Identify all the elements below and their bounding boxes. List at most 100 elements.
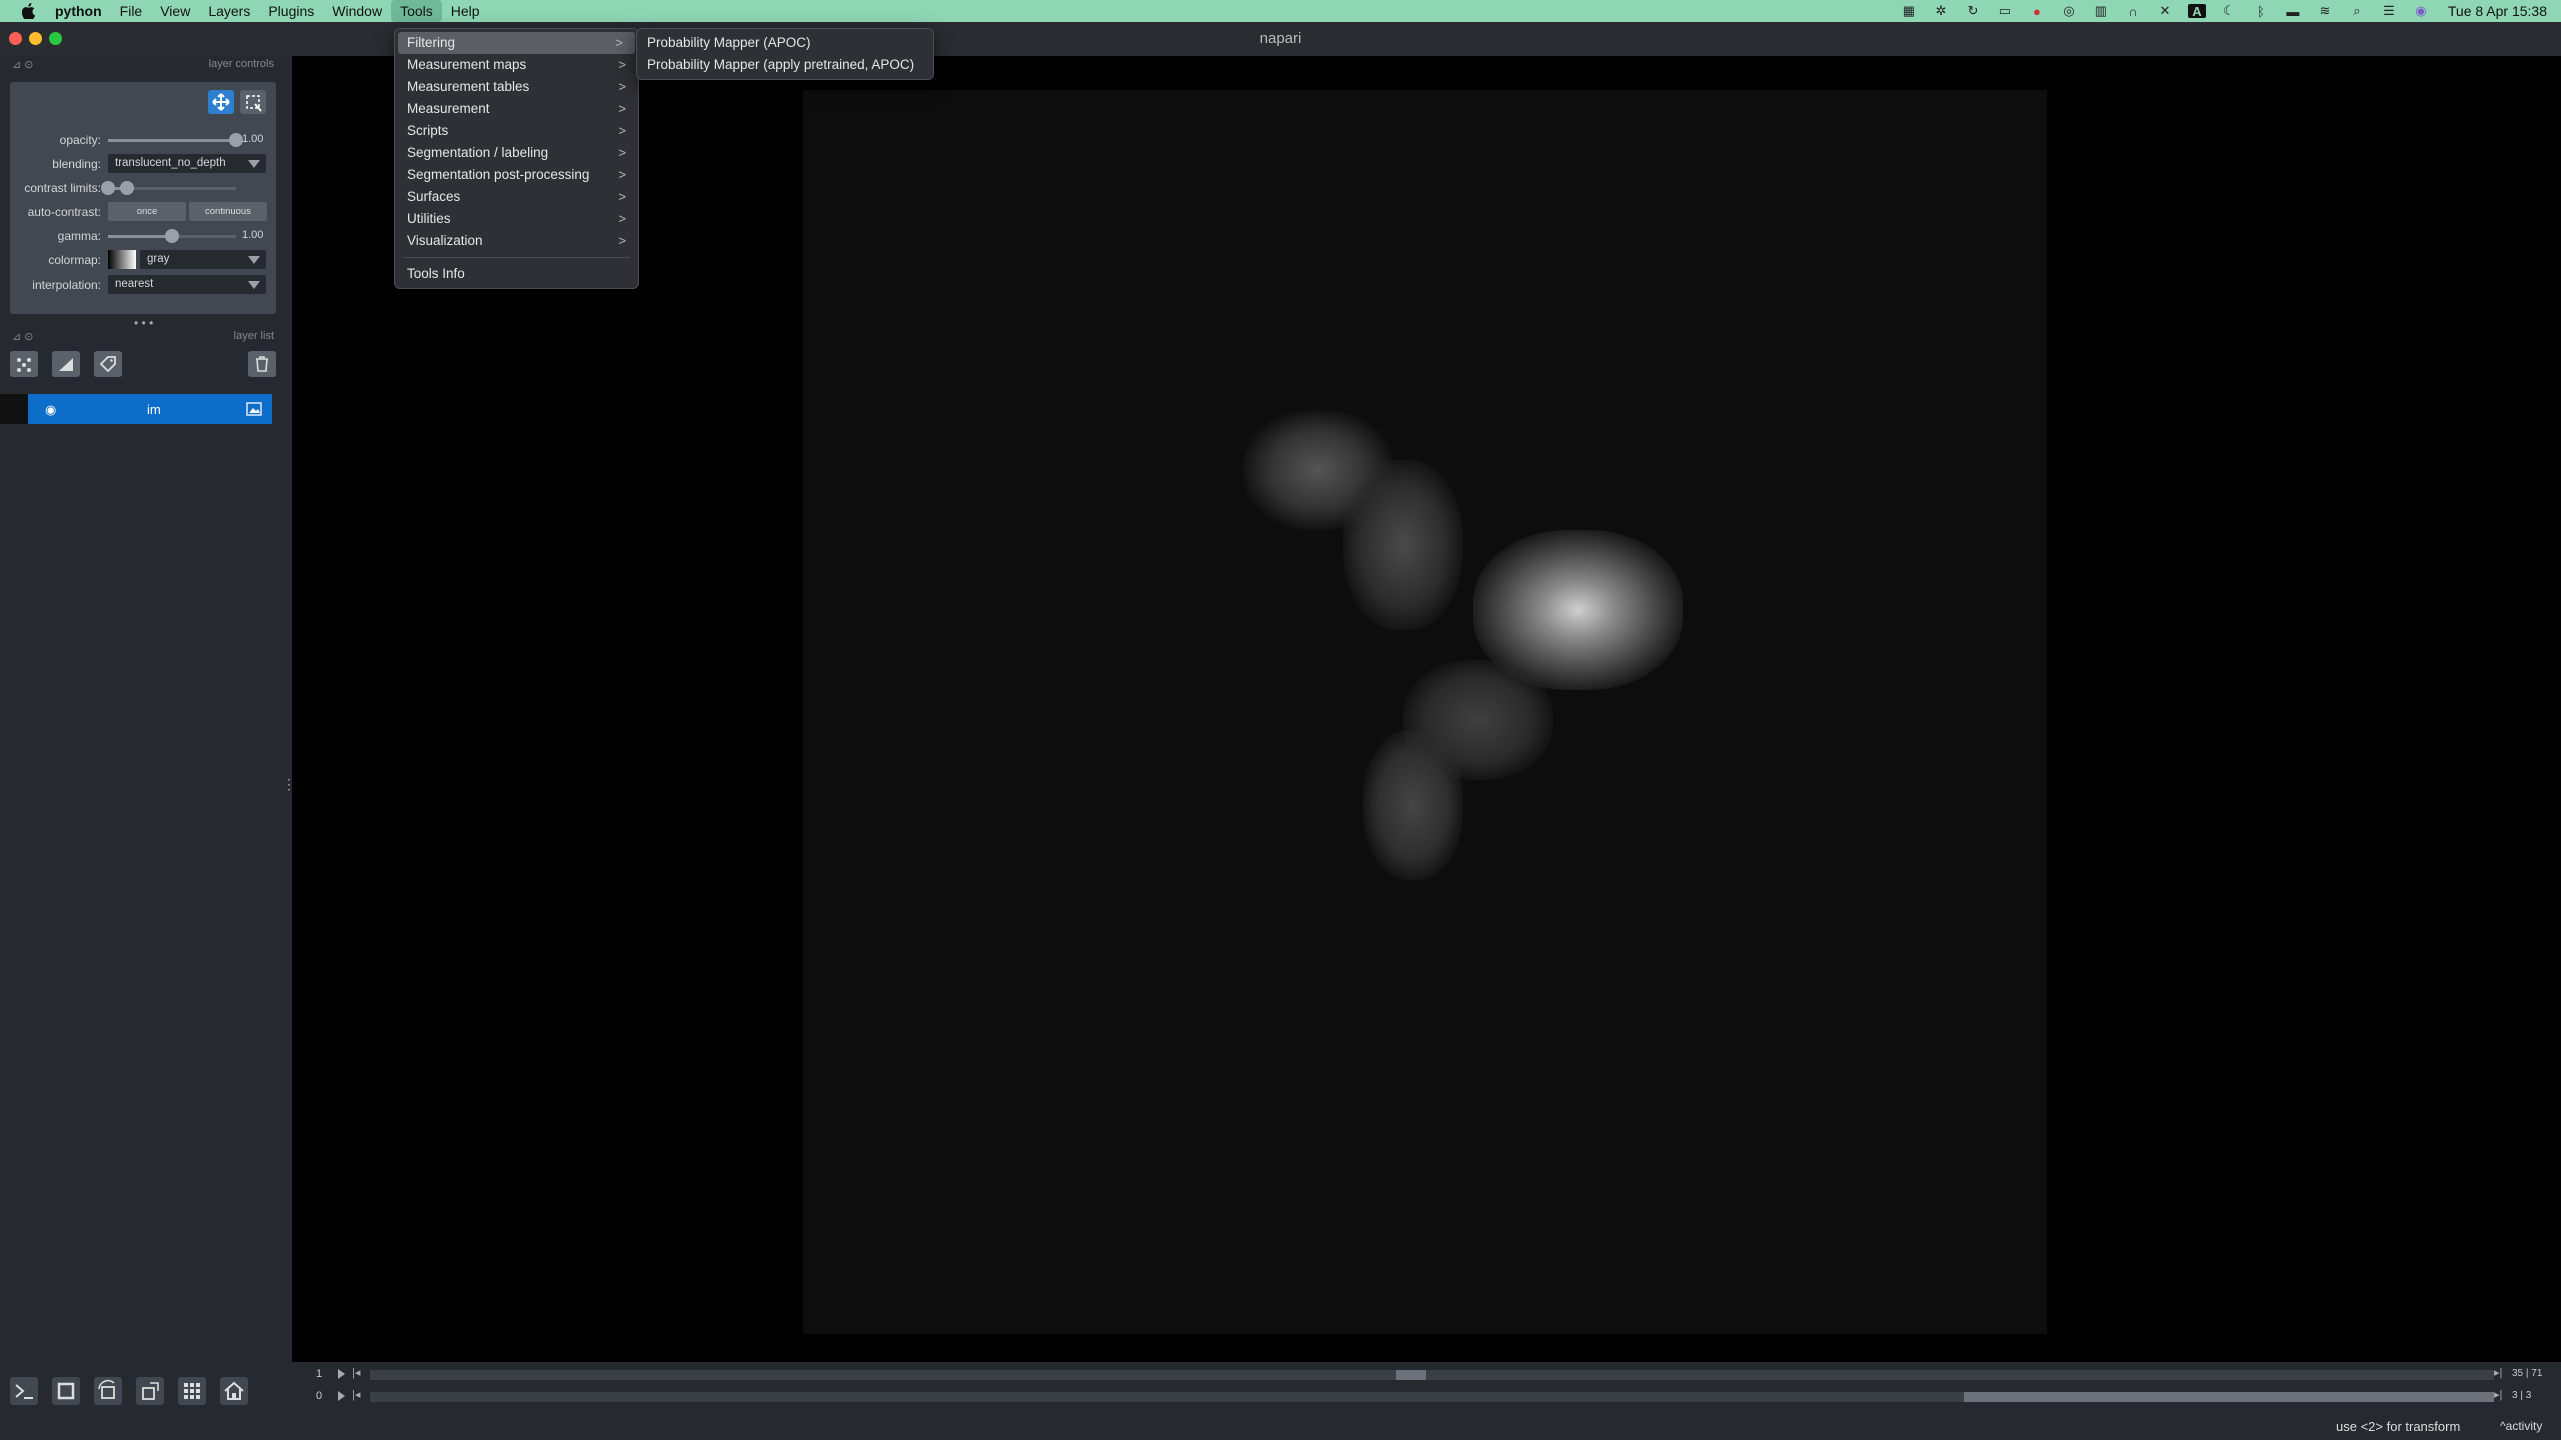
auto-contrast-once-button[interactable]: once (108, 202, 186, 221)
menu-item-measurement[interactable]: Measurement > (395, 98, 638, 120)
headphones-icon[interactable]: ∩ (2124, 4, 2142, 19)
activity-button[interactable]: ^activity (2500, 1419, 2542, 1433)
moon-icon[interactable]: ☾ (2220, 3, 2238, 18)
contrast-limits-slider[interactable] (101, 181, 236, 195)
menu-item-segmentation-labeling[interactable]: Segmentation / labeling > (395, 142, 638, 164)
auto-contrast-label: auto-contrast: (27, 205, 101, 219)
mute-icon[interactable]: ✕ (2156, 3, 2174, 18)
menu-file[interactable]: File (111, 0, 152, 22)
new-labels-layer-button[interactable] (94, 351, 122, 377)
search-icon[interactable]: ⌕ (2348, 3, 2366, 18)
colormap-dropdown[interactable]: gray (140, 250, 266, 269)
menu-item-surfaces[interactable]: Surfaces > (395, 186, 638, 208)
console-button[interactable] (10, 1377, 38, 1405)
transpose-dims-button[interactable] (136, 1377, 164, 1405)
float-icon[interactable]: ⊿ ⊙ (12, 331, 34, 343)
new-points-layer-button[interactable] (10, 351, 38, 377)
fan-icon[interactable]: ✲ (1932, 3, 1950, 18)
chevron-right-icon: > (618, 101, 626, 116)
siri-icon[interactable]: ◉ (2412, 3, 2430, 18)
opacity-slider[interactable] (108, 133, 243, 147)
contrast-low-knob[interactable] (101, 181, 115, 195)
compass-icon[interactable]: ◎ (2060, 3, 2078, 18)
dim-slider-row: 1 |◂ ▸| 35 | 71 (292, 1364, 2561, 1384)
roll-dims-button[interactable] (94, 1377, 122, 1405)
blending-dropdown[interactable]: translucent_no_depth (108, 154, 266, 173)
reset-view-button[interactable] (220, 1377, 248, 1405)
gamma-slider[interactable] (108, 229, 236, 243)
toggle-ndisplay-button[interactable] (52, 1377, 80, 1405)
menu-help[interactable]: Help (442, 0, 489, 22)
opacity-knob[interactable] (229, 133, 243, 147)
gamma-knob[interactable] (165, 229, 179, 243)
dim-slider-track[interactable] (370, 1392, 2494, 1402)
menu-item-scripts[interactable]: Scripts > (395, 120, 638, 142)
menu-item-probability-mapper[interactable]: Probability Mapper (APOC) (637, 32, 933, 54)
step-forward-icon[interactable]: ▸| (2494, 1388, 2502, 1401)
menu-item-measurement-maps[interactable]: Measurement maps > (395, 54, 638, 76)
menu-item-label: Filtering (407, 35, 456, 50)
sync-icon[interactable]: ↻ (1964, 3, 1982, 18)
menu-item-visualization[interactable]: Visualization > (395, 230, 638, 252)
dim-counter: 35 | 71 (2512, 1368, 2543, 1379)
layer-list-item-im[interactable]: ◉ im (0, 394, 272, 424)
eye-icon[interactable]: ◉ (45, 402, 56, 418)
opacity-value: 1.00 (242, 133, 264, 145)
input-source-icon[interactable]: A (2187, 4, 2206, 19)
menu-plugins[interactable]: Plugins (259, 0, 323, 22)
battery-icon[interactable]: ▬ (2284, 4, 2302, 19)
auto-contrast-continuous-button[interactable]: continuous (189, 202, 267, 221)
menu-item-measurement-tables[interactable]: Measurement tables > (395, 76, 638, 98)
transform-tool-button[interactable] (240, 90, 266, 114)
menu-item-segmentation-post-processing[interactable]: Segmentation post-processing > (395, 164, 638, 186)
menu-item-utilities[interactable]: Utilities > (395, 208, 638, 230)
interpolation-dropdown[interactable]: nearest (108, 275, 266, 294)
layer-name[interactable]: im (147, 402, 161, 417)
pan-zoom-tool-button[interactable] (208, 90, 234, 114)
cell-region (1343, 460, 1463, 630)
menu-tools[interactable]: Tools (391, 0, 442, 22)
menu-item-label: Measurement maps (407, 57, 527, 72)
menu-app-python[interactable]: python (46, 0, 111, 22)
step-forward-icon[interactable]: ▸| (2494, 1366, 2502, 1379)
dim-slider-track[interactable] (370, 1370, 2494, 1380)
dim-index: 0 (316, 1390, 323, 1402)
menu-item-tools-info[interactable]: Tools Info (395, 263, 638, 285)
new-shapes-layer-button[interactable] (52, 351, 80, 377)
bluetooth-icon[interactable]: ᛒ (2252, 4, 2270, 19)
menu-view[interactable]: View (151, 0, 199, 22)
terminal-icon (15, 1384, 33, 1399)
menubar-clock[interactable]: Tue 8 Apr 15:38 (2448, 3, 2547, 19)
step-back-icon[interactable]: |◂ (352, 1388, 360, 1401)
rec-icon[interactable]: ▭ (1996, 3, 2014, 18)
step-back-icon[interactable]: |◂ (352, 1366, 360, 1379)
macos-menu-bar: python File View Layers Plugins Window T… (0, 0, 2561, 22)
menu-item-probability-mapper-pretrained[interactable]: Probability Mapper (apply pretrained, AP… (637, 54, 933, 76)
image-layer-render (803, 90, 2047, 1334)
image-layer-icon (246, 402, 262, 416)
apple-icon[interactable] (22, 3, 36, 19)
dim-index: 1 (316, 1368, 323, 1380)
chevron-down-icon (248, 256, 260, 264)
float-icon[interactable]: ⊿ ⊙ (12, 59, 34, 71)
dim-slider-thumb[interactable] (1396, 1370, 1427, 1380)
grid-view-button[interactable] (178, 1377, 206, 1405)
splitter-handle[interactable]: • • • (134, 316, 153, 330)
dim-slider-thumb[interactable] (1964, 1392, 2494, 1402)
contrast-high-knob[interactable] (120, 181, 135, 195)
menu-layers[interactable]: Layers (199, 0, 259, 22)
wifi-icon[interactable]: ≋ (2316, 3, 2334, 18)
contrast-limits-label: contrast limits: (24, 181, 101, 195)
play-icon[interactable] (338, 1369, 345, 1379)
blending-label: blending: (52, 157, 101, 171)
record-icon[interactable]: ● (2028, 4, 2046, 19)
delete-layer-button[interactable] (248, 351, 276, 377)
play-icon[interactable] (338, 1391, 345, 1401)
grid-icon[interactable]: ▦ (1900, 3, 1918, 18)
gamma-label: gamma: (57, 229, 101, 243)
menu-window[interactable]: Window (323, 0, 391, 22)
cell-region (1363, 730, 1463, 880)
panel-icon[interactable]: ▥ (2092, 3, 2110, 18)
menu-item-filtering[interactable]: Filtering > (398, 32, 635, 54)
control-center-icon[interactable]: ☰ (2380, 3, 2398, 18)
